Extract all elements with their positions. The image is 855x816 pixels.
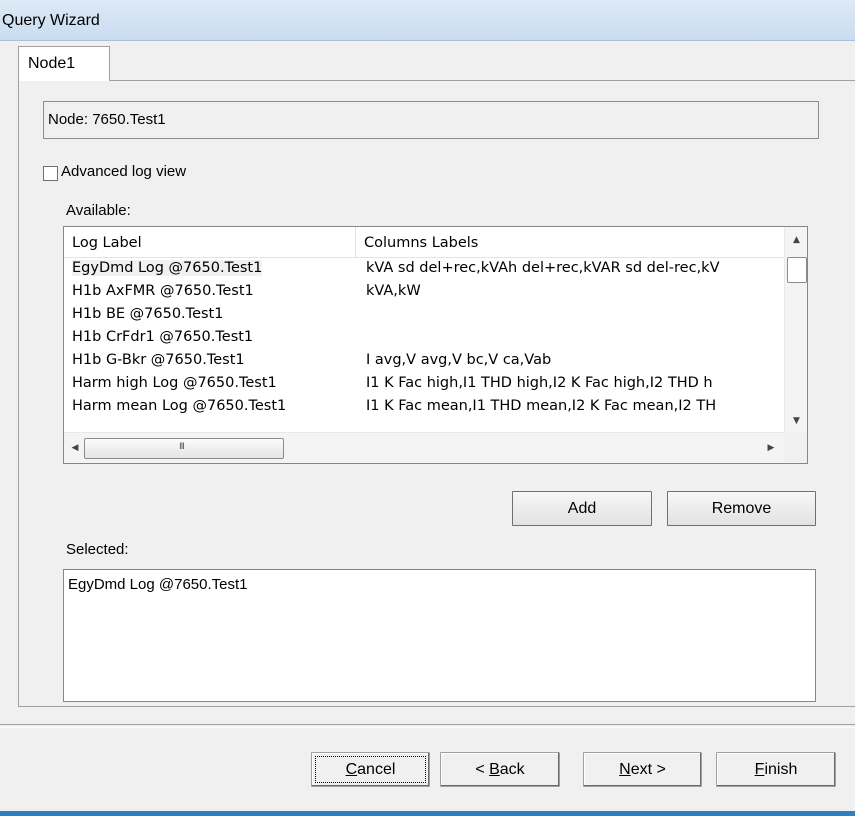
scroll-down-icon[interactable]: ▼	[785, 410, 807, 432]
available-logs-list[interactable]: Log Label Columns Labels EgyDmd Log @765…	[63, 226, 808, 464]
table-row[interactable]: Harm mean Log @7650.Test1 I1 K Fac mean,I…	[64, 395, 784, 418]
log-label-text: Harm mean Log @7650.Test1	[72, 398, 287, 414]
log-label-cell: Harm mean Log @7650.Test1	[72, 395, 354, 418]
back-mnemonic: B	[489, 761, 500, 778]
grip-icon: III	[179, 442, 185, 452]
finish-button[interactable]: Finish	[716, 752, 836, 787]
available-label: Available:	[66, 202, 131, 219]
table-row[interactable]: H1b AxFMR @7650.Test1 kVA,kW	[64, 280, 784, 303]
table-row[interactable]: Harm high Log @7650.Test1 I1 K Fac high,I…	[64, 372, 784, 395]
column-header-log-label[interactable]: Log Label	[64, 227, 356, 257]
horizontal-scroll-thumb[interactable]: III	[84, 438, 284, 459]
remove-button[interactable]: Remove	[667, 491, 816, 526]
next-mnemonic: N	[619, 761, 631, 778]
advanced-log-view-checkbox[interactable]	[43, 166, 58, 181]
selected-logs-list[interactable]: EgyDmd Log @7650.Test1	[63, 569, 816, 702]
log-label-text: Harm high Log @7650.Test1	[72, 375, 277, 391]
tab-node1[interactable]: Node1	[18, 46, 110, 81]
back-prefix: <	[475, 761, 490, 778]
log-label-text: H1b CrFdr1 @7650.Test1	[72, 329, 254, 345]
log-label-cell: Harm high Log @7650.Test1	[72, 372, 354, 395]
log-label-text: EgyDmd Log @7650.Test1	[72, 260, 263, 276]
columns-labels-cell: kVA sd del+rec,kVAh del+rec,kVAR sd del-…	[366, 260, 720, 276]
table-row[interactable]: EgyDmd Log @7650.Test1 kVA sd del+rec,kVA…	[64, 257, 784, 280]
scroll-left-icon[interactable]: ◀	[66, 438, 84, 458]
scroll-right-icon[interactable]: ▶	[762, 438, 780, 458]
columns-labels-cell: I1 K Fac high,I1 THD high,I2 K Fac high,…	[366, 375, 713, 391]
log-label-cell: H1b AxFMR @7650.Test1	[72, 280, 354, 303]
finish-mnemonic: F	[754, 761, 765, 778]
columns-labels-cell: I avg,V avg,V bc,V ca,Vab	[366, 352, 552, 368]
columns-labels-cell: I1 K Fac mean,I1 THD mean,I2 K Fac mean,…	[366, 398, 717, 414]
next-button[interactable]: Next >	[583, 752, 702, 787]
focus-rect	[315, 756, 426, 783]
log-label-text: H1b AxFMR @7650.Test1	[72, 283, 254, 299]
list-rows: EgyDmd Log @7650.Test1 kVA sd del+rec,kVA…	[64, 257, 784, 432]
scroll-up-icon[interactable]: ▲	[785, 229, 807, 251]
finish-rest: inish	[764, 761, 798, 778]
scrollbar-corner	[784, 432, 807, 463]
list-header: Log Label Columns Labels	[64, 227, 784, 258]
horizontal-scrollbar[interactable]: ◀ III ▶	[64, 432, 784, 463]
advanced-log-view-label[interactable]: Advanced log view	[61, 163, 186, 180]
vertical-scroll-thumb[interactable]	[787, 257, 807, 283]
log-label-cell: H1b CrFdr1 @7650.Test1	[72, 326, 354, 349]
list-item[interactable]: EgyDmd Log @7650.Test1	[68, 576, 248, 593]
node-field-value: Node: 7650.Test1	[48, 111, 166, 128]
selected-label: Selected:	[66, 541, 129, 558]
table-row[interactable]: H1b G-Bkr @7650.Test1 I avg,V avg,V bc,V …	[64, 349, 784, 372]
window-title: Query Wizard	[2, 12, 100, 29]
table-row[interactable]: H1b CrFdr1 @7650.Test1	[64, 326, 784, 349]
footer-separator	[0, 724, 855, 728]
log-label-cell: H1b BE @7650.Test1	[72, 303, 354, 326]
log-label-text: H1b G-Bkr @7650.Test1	[72, 352, 245, 368]
cancel-button[interactable]: Cancel	[311, 752, 430, 787]
column-header-columns-labels[interactable]: Columns Labels	[356, 227, 784, 257]
tab-label: Node1	[28, 55, 76, 72]
add-button[interactable]: Add	[512, 491, 652, 526]
title-bar: Query Wizard	[0, 0, 855, 41]
back-rest: ack	[499, 761, 525, 778]
columns-labels-cell: kVA,kW	[366, 283, 421, 299]
node-field: Node: 7650.Test1	[43, 101, 819, 139]
log-label-cell: H1b G-Bkr @7650.Test1	[72, 349, 354, 372]
next-rest: ext >	[630, 761, 666, 778]
vertical-scrollbar[interactable]: ▲ ▼	[784, 227, 807, 432]
table-row[interactable]: H1b BE @7650.Test1	[64, 303, 784, 326]
log-label-cell: EgyDmd Log @7650.Test1	[72, 257, 354, 280]
window-bottom-border	[0, 811, 855, 816]
back-button[interactable]: < Back	[440, 752, 560, 787]
log-label-text: H1b BE @7650.Test1	[72, 306, 224, 322]
